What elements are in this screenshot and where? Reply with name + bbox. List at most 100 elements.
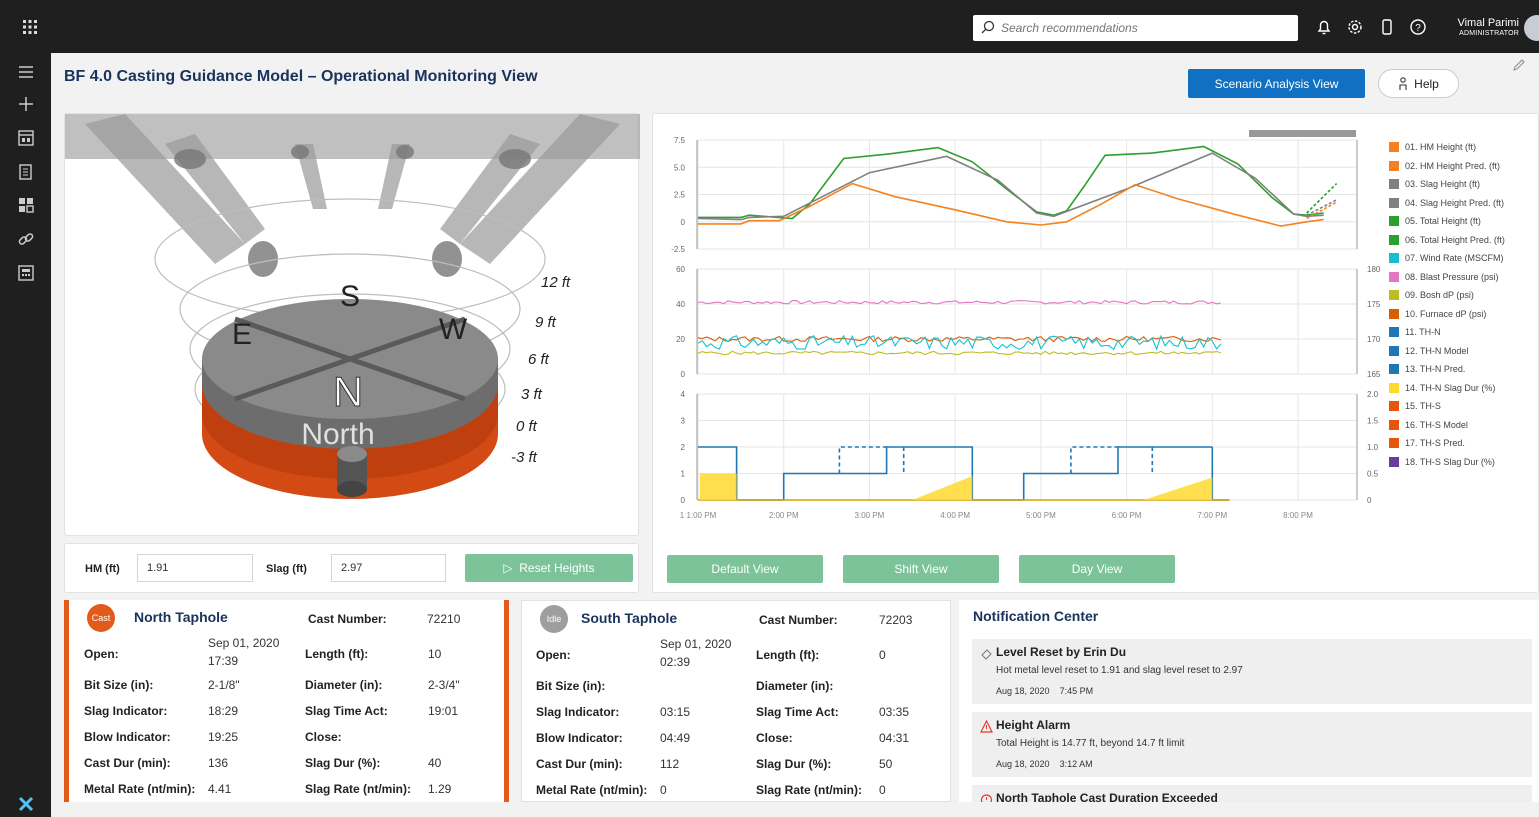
timer-icon	[980, 794, 993, 802]
legend-label: 18. TH-S Slag Dur (%)	[1405, 456, 1495, 467]
notification-item[interactable]: Height Alarm Total Height is 14.77 ft, b…	[972, 712, 1532, 777]
y-tick-label-right: 170	[1367, 335, 1381, 344]
notification-title: Height Alarm	[996, 718, 1071, 732]
legend-entry[interactable]: 04. Slag Height Pred. (ft)	[1389, 194, 1505, 213]
th-n-slag-dur-area	[699, 473, 737, 500]
legend-swatch	[1389, 253, 1399, 264]
user-name: Vimal Parimi	[1457, 17, 1519, 29]
calculator-icon[interactable]	[17, 264, 35, 282]
chart-range-slider[interactable]	[1249, 130, 1356, 137]
search-icon	[981, 20, 995, 34]
slag-duration-value: 40	[428, 756, 442, 770]
notification-item[interactable]: Level Reset by Erin Du Hot metal level r…	[972, 639, 1532, 704]
open-time: 17:39	[208, 654, 239, 668]
legend-entry[interactable]: 06. Total Height Pred. (ft)	[1389, 231, 1505, 250]
y-tick-label: 2	[681, 443, 686, 452]
slag-indicator-value: 03:15	[660, 705, 691, 719]
y-tick-label-right: 2.0	[1367, 390, 1379, 399]
default-view-button[interactable]: Default View	[667, 555, 823, 583]
legend-entry[interactable]: 11. TH-N	[1389, 323, 1505, 342]
y-tick-label: -2.5	[671, 245, 685, 254]
help-button[interactable]: Help	[1378, 69, 1459, 98]
furnace-visual[interactable]: S E W N North 12 ft 9 ft 6 ft 3 ft 0 ft …	[65, 114, 640, 537]
legend-entry[interactable]: 12. TH-N Model	[1389, 342, 1505, 361]
height-label-minus3: -3 ft	[511, 449, 538, 466]
legend-label: 16. TH-S Model	[1405, 419, 1468, 430]
legend-swatch	[1389, 401, 1399, 412]
y-tick-label: 1	[681, 470, 686, 479]
legend-label: 10. Furnace dP (psi)	[1405, 308, 1487, 319]
legend-label: 05. Total Height (ft)	[1405, 216, 1481, 227]
document-icon[interactable]	[17, 163, 35, 181]
cast-number-value: 72210	[427, 612, 461, 626]
legend-entry[interactable]: 15. TH-S	[1389, 397, 1505, 416]
legend-entry[interactable]: 02. HM Height Pred. (ft)	[1389, 157, 1505, 176]
widgets-icon[interactable]	[17, 196, 35, 214]
search-input[interactable]	[1001, 18, 1291, 38]
notification-item[interactable]: North Taphole Cast Duration Exceeded	[972, 785, 1532, 802]
hm-input[interactable]	[137, 554, 253, 582]
compass-east: E	[232, 318, 252, 351]
shift-view-button[interactable]: Shift View	[843, 555, 999, 583]
avatar[interactable]	[1524, 15, 1539, 41]
link-icon[interactable]	[17, 230, 35, 248]
height-label-6: 6 ft	[528, 351, 550, 368]
legend-label: 15. TH-S	[1405, 401, 1441, 412]
apps-grid-icon[interactable]	[22, 19, 38, 35]
scenario-analysis-button[interactable]: Scenario Analysis View	[1188, 69, 1365, 98]
gear-icon[interactable]	[1346, 18, 1364, 36]
x-tick-label: 6:00 PM	[1112, 511, 1142, 520]
cast-duration-value: 112	[660, 757, 680, 771]
help-label: Help	[1414, 76, 1439, 91]
slag-label: Slag (ft)	[266, 563, 307, 575]
total-height-pred-line	[1306, 183, 1338, 214]
notification-title: Level Reset by Erin Du	[996, 645, 1127, 659]
help-circle-icon[interactable]: ?	[1409, 18, 1427, 36]
sidebar	[0, 53, 51, 817]
slag-input[interactable]	[331, 554, 446, 582]
mobile-icon[interactable]	[1378, 18, 1396, 36]
pencil-icon[interactable]	[1512, 58, 1526, 72]
legend-label: 07. Wind Rate (MSCFM)	[1405, 253, 1504, 264]
reset-heights-button[interactable]: ▷ Reset Heights	[465, 554, 633, 582]
legend-entry[interactable]: 09. Bosh dP (psi)	[1389, 286, 1505, 305]
furnace-3d-panel: S E W N North 12 ft 9 ft 6 ft 3 ft 0 ft …	[64, 113, 640, 537]
legend-label: 13. TH-N Pred.	[1405, 364, 1466, 375]
y-tick-label: 40	[676, 300, 685, 309]
legend-entry[interactable]: 03. Slag Height (ft)	[1389, 175, 1505, 194]
th-n-model-line	[1070, 446, 1118, 474]
legend-entry[interactable]: 01. HM Height (ft)	[1389, 138, 1505, 157]
north-label: North	[301, 418, 374, 451]
legend-entry[interactable]: 13. TH-N Pred.	[1389, 360, 1505, 379]
notification-title: North Taphole Cast Duration Exceeded	[996, 791, 1218, 802]
top-bar: ? Vimal Parimi ADMINISTRATOR	[0, 0, 1539, 53]
legend-swatch	[1389, 364, 1399, 375]
legend-label: 08. Blast Pressure (psi)	[1405, 271, 1499, 282]
length-value: 10	[428, 647, 442, 661]
legend-entry[interactable]: 08. Blast Pressure (psi)	[1389, 268, 1505, 287]
legend-entry[interactable]: 05. Total Height (ft)	[1389, 212, 1505, 231]
cast-duration-label: Cast Dur (min):	[84, 756, 171, 770]
menu-icon[interactable]	[17, 63, 35, 81]
plus-icon[interactable]	[17, 95, 35, 113]
slag-duration-label: Slag Dur (%):	[305, 756, 381, 770]
legend-entry[interactable]: 17. TH-S Pred.	[1389, 434, 1505, 453]
legend-entry[interactable]: 16. TH-S Model	[1389, 416, 1505, 435]
legend-entry[interactable]: 07. Wind Rate (MSCFM)	[1389, 249, 1505, 268]
legend-entry[interactable]: 14. TH-N Slag Dur (%)	[1389, 379, 1505, 398]
compass-west: W	[439, 313, 468, 346]
metal-rate-value: 0	[660, 783, 667, 797]
day-view-button[interactable]: Day View	[1019, 555, 1175, 583]
compass-north: N	[333, 368, 363, 415]
bell-icon[interactable]	[1315, 18, 1333, 36]
trend-chart[interactable]: 7.5 5.0 2.5 0 -2.5 60 40 20 0 180 175 170 165 4 3 2 1 0 2.…	[653, 114, 1383, 534]
dashboard-icon[interactable]	[17, 129, 35, 147]
legend-entry[interactable]: 10. Furnace dP (psi)	[1389, 305, 1505, 324]
legend-swatch	[1389, 160, 1399, 171]
legend-entry[interactable]: 18. TH-S Slag Dur (%)	[1389, 453, 1505, 472]
legend-swatch	[1389, 271, 1399, 282]
y-tick-label: 20	[676, 335, 685, 344]
user-info[interactable]: Vimal Parimi ADMINISTRATOR	[1454, 17, 1519, 39]
blow-indicator-value: 19:25	[208, 730, 239, 744]
warning-icon	[980, 720, 993, 733]
